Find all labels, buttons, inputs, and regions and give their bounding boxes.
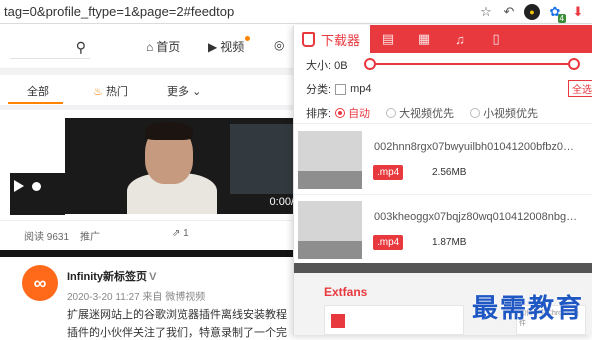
tab-audio[interactable]: ♫ — [442, 25, 478, 53]
slider-max-knob[interactable] — [568, 58, 580, 70]
post-text-line-1: 扩展迷网站上的谷歌浏览器插件离线安装教程 — [67, 309, 287, 321]
post-stats: 阅读 9631 推广 ⇗ 1 — [0, 220, 300, 246]
extension-icon-1[interactable]: ● — [524, 3, 540, 20]
format-badge: .mp4 — [373, 165, 404, 180]
video-bottom-bar — [0, 250, 300, 257]
preview-logo: Extfans — [324, 285, 367, 299]
tab-downloader-label: 下载器 — [321, 32, 361, 48]
list-item[interactable]: 003kheoggx07bqjz80wq010412008nbg… .mp4 1… — [294, 197, 592, 265]
popup-header: 下载器 ▤ ▦ ♫ ▯ — [294, 25, 592, 53]
image-file-icon: ▤ — [381, 31, 395, 46]
notification-dot — [245, 36, 251, 41]
music-icon: ♫ — [455, 31, 465, 47]
nav-home-label: 首页 — [156, 40, 181, 54]
forward-count: 1 — [183, 228, 189, 239]
video-frame-hair — [145, 122, 193, 140]
sort-small-first-label: 小视频优先 — [483, 108, 539, 120]
address-bar: tag=0&profile_ftype=1&page=2#feedtop ☆ ↶… — [0, 0, 592, 24]
play-icon[interactable] — [14, 180, 24, 192]
video-player[interactable]: 0:00/ — [65, 118, 300, 214]
tab-image[interactable]: ▤ — [370, 25, 406, 53]
tab-downloader[interactable]: 下载器 — [294, 25, 371, 53]
sort-auto-label: 自动 — [348, 108, 371, 120]
select-all-button[interactable]: 全选 — [568, 80, 592, 97]
tab-document[interactable]: ▯ — [478, 25, 514, 53]
author-name: Infinity新标签页 — [67, 271, 148, 283]
nav-video-label: 视频 — [220, 40, 245, 54]
video-frame-screen — [230, 124, 300, 194]
verified-badge: V — [149, 271, 157, 283]
file-size: 2.56MB — [432, 167, 467, 178]
fire-icon: ♨ — [93, 86, 103, 98]
forward-button[interactable]: ⇗ 1 — [172, 228, 189, 239]
back-arrow-icon[interactable]: ↶ — [501, 4, 517, 20]
mp4-checkbox-label: mp4 — [350, 83, 372, 95]
discover-icon[interactable]: ◎ — [274, 38, 284, 52]
extension-icon-2[interactable]: ✿ 4 — [547, 4, 566, 23]
promote-link[interactable]: 推广 — [80, 228, 100, 243]
video-thumbnail — [298, 201, 362, 259]
sort-small-first-radio[interactable]: 小视频优先 — [470, 105, 538, 121]
downloader-extension-icon[interactable]: ⬇ — [570, 4, 586, 20]
sort-large-first-label: 大视频优先 — [399, 108, 455, 120]
sort-large-first-radio[interactable]: 大视频优先 — [386, 105, 454, 121]
document-icon: ▯ — [492, 31, 500, 46]
avatar[interactable]: ∞ — [22, 265, 58, 301]
star-icon[interactable]: ☆ — [478, 4, 494, 20]
sort-row: 排序: 自动 大视频优先 小视频优先 — [306, 105, 538, 121]
filter-row: 分类: mp4 — [306, 81, 371, 97]
file-size: 1.87MB — [432, 237, 467, 248]
preview-tab-strip — [294, 263, 592, 273]
browser-toolbar: ☆ ↶ ● ✿ 4 ⬇ — [478, 3, 592, 23]
watermark: 最需教育 — [472, 294, 585, 324]
radio-icon — [470, 108, 481, 118]
post-meta: 2020-3-20 11:27 来自 微博视频 — [67, 292, 206, 303]
tab-more-label: 更多 — [167, 86, 189, 98]
format-badge: .mp4 — [373, 235, 404, 250]
divider — [294, 123, 592, 124]
post-text-line-2: 插件的小伙伴关注了我们，特意录制了一个完 — [67, 327, 287, 339]
preview-logo-text: Extfans — [324, 285, 368, 299]
forward-icon: ⇗ — [172, 228, 181, 239]
view-count: 阅读 9631 — [24, 232, 70, 243]
video-icon: ▶ — [208, 39, 218, 54]
search-input[interactable]: ⚲ — [10, 37, 90, 59]
post-author[interactable]: Infinity新标签页 V — [67, 268, 156, 284]
home-icon: ⌂ — [146, 39, 154, 54]
sort-label: 排序: — [306, 108, 332, 120]
extension-badge: 4 — [557, 13, 566, 23]
search-icon: ⚲ — [75, 39, 86, 55]
size-label: 大小: 0B — [306, 60, 348, 72]
tab-video[interactable]: ▦ — [406, 25, 442, 53]
tab-hot[interactable]: ♨ 热门 — [93, 83, 128, 99]
nav-video[interactable]: ▶ 视频 — [208, 36, 251, 55]
slider-min-knob[interactable] — [364, 58, 376, 70]
video-thumbnail — [298, 131, 362, 189]
file-name: 002hnn8rgx07bwyuilbh01041200bfbz0… — [374, 141, 574, 153]
top-nav: ⚲ ⌂ 首页 ▶ 视频 ◎ — [0, 25, 300, 69]
progress-knob[interactable] — [32, 182, 41, 191]
tab-hot-label: 热门 — [105, 86, 128, 98]
radio-selected-icon — [335, 108, 346, 118]
size-slider[interactable] — [364, 58, 580, 70]
film-icon: ▦ — [417, 31, 431, 46]
sort-auto-radio[interactable]: 自动 — [335, 105, 370, 121]
video-time: 0:00/ — [269, 196, 294, 208]
mp4-checkbox[interactable] — [335, 83, 347, 95]
radio-icon — [386, 108, 397, 118]
list-item[interactable]: 002hnn8rgx07bwyuilbh01041200bfbz0… .mp4 … — [294, 127, 592, 195]
preview-card — [324, 305, 464, 335]
active-tab-indicator — [8, 102, 63, 104]
tab-more[interactable]: 更多 ⌄ — [167, 83, 201, 99]
file-name: 003kheoggx07bqjz80wq010412008nbg… — [374, 211, 578, 223]
nav-home[interactable]: ⌂ 首页 — [146, 38, 180, 55]
chevron-down-icon: ⌄ — [192, 86, 202, 98]
feed-tabs: 全部 ♨ 热门 更多 ⌄ — [0, 75, 300, 105]
download-icon — [302, 31, 315, 47]
url-text[interactable]: tag=0&profile_ftype=1&page=2#feedtop — [0, 4, 478, 19]
tab-all[interactable]: 全部 — [27, 83, 49, 99]
filter-label: 分类: — [306, 84, 332, 96]
